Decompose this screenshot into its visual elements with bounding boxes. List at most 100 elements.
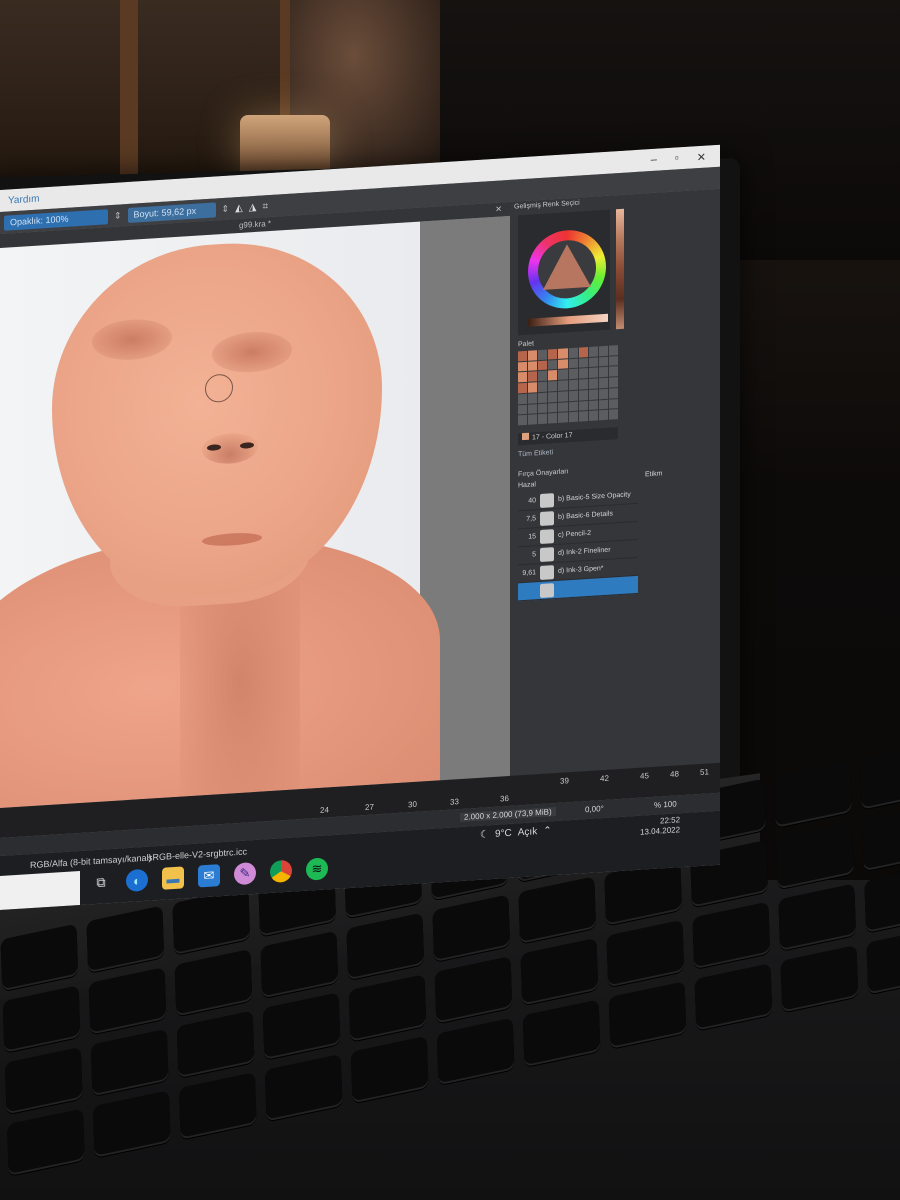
palette-swatch[interactable] (538, 349, 548, 360)
palette-swatch[interactable] (518, 382, 528, 394)
palette-swatch[interactable] (568, 369, 578, 380)
palette-swatch[interactable] (568, 411, 578, 423)
palette-swatch[interactable] (558, 358, 568, 370)
opacity-spin-icon[interactable]: ⇕ (114, 210, 122, 221)
palette-swatch[interactable] (528, 371, 538, 382)
palette-swatch[interactable] (588, 346, 598, 357)
presets-filter[interactable]: Hazal (518, 481, 536, 489)
mirror-vertical-icon[interactable]: ◮ (249, 201, 257, 212)
palette-swatch[interactable] (578, 347, 588, 358)
palette-swatch[interactable] (548, 381, 558, 392)
palette-swatch[interactable] (598, 388, 608, 399)
palette-swatch[interactable] (548, 391, 558, 403)
maximize-icon[interactable]: ▫ (675, 152, 679, 165)
folder-icon[interactable]: ▬ (162, 866, 184, 890)
palette-swatch[interactable] (578, 400, 588, 411)
palette-swatch[interactable] (588, 410, 598, 421)
palette-swatch[interactable] (538, 370, 548, 382)
palette-swatch[interactable] (608, 366, 618, 377)
zoom-value[interactable]: % 100 (654, 799, 677, 809)
clock[interactable]: 22:52 13.04.2022 (640, 815, 680, 838)
palette-swatch[interactable] (568, 390, 578, 401)
palette-swatch[interactable] (528, 350, 538, 361)
palette-swatch[interactable] (578, 368, 588, 379)
mail-icon[interactable]: ✉ (198, 864, 220, 888)
task-view-icon[interactable]: ⧉ (90, 871, 112, 894)
drawing-canvas[interactable] (0, 215, 510, 808)
palette-swatch[interactable] (598, 356, 608, 367)
spotify-icon[interactable]: ≋ (306, 857, 328, 881)
palette-swatch[interactable] (548, 370, 558, 381)
palette-swatch[interactable] (558, 391, 568, 402)
rotation-value[interactable]: 0,00° (585, 804, 604, 814)
palette-swatch[interactable] (518, 372, 528, 383)
krita-icon[interactable]: ✎ (234, 861, 256, 886)
palette-swatch[interactable] (608, 409, 618, 420)
palette-swatch[interactable] (568, 358, 578, 369)
palette-swatch[interactable] (608, 355, 618, 367)
palette-swatch[interactable] (548, 348, 558, 360)
palette-swatch[interactable] (548, 402, 558, 413)
palette-grid[interactable] (518, 345, 618, 426)
chevron-up-icon[interactable]: ⌃ (543, 825, 551, 837)
chrome-icon[interactable] (270, 859, 292, 884)
palette-swatch[interactable] (608, 398, 618, 409)
palette-swatch[interactable] (538, 403, 548, 414)
palette-swatch[interactable] (518, 350, 528, 362)
palette-swatch[interactable] (598, 399, 608, 410)
palette-swatch[interactable] (528, 360, 538, 372)
palette-swatch[interactable] (518, 393, 528, 404)
palette-swatch[interactable] (538, 413, 548, 425)
menu-help[interactable]: Yardım (8, 193, 40, 206)
palette-swatch[interactable] (608, 377, 618, 388)
palette-swatch[interactable] (558, 369, 568, 380)
palette-swatch[interactable] (588, 389, 598, 400)
palette-swatch[interactable] (518, 361, 528, 372)
mirror-horizontal-icon[interactable]: ◭ (235, 202, 243, 213)
opacity-slider[interactable]: Opaklık: 100% (4, 208, 108, 231)
palette-swatch[interactable] (598, 345, 608, 357)
close-icon[interactable]: ✕ (697, 150, 706, 164)
palette-swatch[interactable] (608, 345, 618, 356)
palette-swatch[interactable] (528, 382, 538, 393)
palette-swatch[interactable] (598, 377, 608, 389)
size-slider[interactable]: Boyut: 59,62 px (127, 201, 216, 223)
size-spin-icon[interactable]: ⇕ (222, 203, 230, 214)
palette-swatch[interactable] (518, 404, 528, 415)
palette-swatch[interactable] (568, 401, 578, 412)
shade-bar[interactable] (528, 313, 608, 327)
palette-swatch[interactable] (558, 401, 568, 413)
palette-swatch[interactable] (548, 359, 558, 370)
palette-swatch[interactable] (558, 412, 568, 423)
edit-tags-button[interactable]: Etikm (645, 470, 663, 478)
palette-swatch[interactable] (538, 360, 548, 371)
palette-swatch[interactable] (578, 389, 588, 401)
palette-swatch[interactable] (548, 413, 558, 424)
palette-swatch[interactable] (568, 347, 578, 358)
palette-swatch[interactable] (558, 380, 568, 391)
palette-swatch[interactable] (528, 393, 538, 404)
palette-swatch[interactable] (538, 381, 548, 392)
palette-swatch[interactable] (558, 348, 568, 359)
palette-swatch[interactable] (578, 411, 588, 422)
edge-icon[interactable]: ◐ (126, 868, 148, 893)
color-selector[interactable] (518, 209, 610, 336)
recent-colors[interactable] (616, 208, 624, 330)
palette-swatch[interactable] (568, 379, 578, 391)
crop-icon[interactable]: ⌗ (263, 201, 269, 212)
palette-swatch[interactable] (598, 367, 608, 378)
palette-swatch[interactable] (588, 378, 598, 389)
palette-swatch[interactable] (588, 357, 598, 368)
palette-swatch[interactable] (578, 357, 588, 369)
tag-filter[interactable]: Tüm Etiketi (518, 449, 553, 458)
palette-swatch[interactable] (528, 403, 538, 415)
color-triangle[interactable] (543, 242, 591, 290)
palette-swatch[interactable] (608, 387, 618, 399)
palette-swatch[interactable] (598, 410, 608, 421)
selected-color-name[interactable]: 17 - Color 17 (518, 427, 618, 446)
palette-swatch[interactable] (538, 392, 548, 403)
palette-swatch[interactable] (578, 379, 588, 390)
palette-swatch[interactable] (528, 414, 538, 425)
close-tab-icon[interactable]: ✕ (495, 202, 502, 216)
palette-swatch[interactable] (518, 415, 528, 426)
